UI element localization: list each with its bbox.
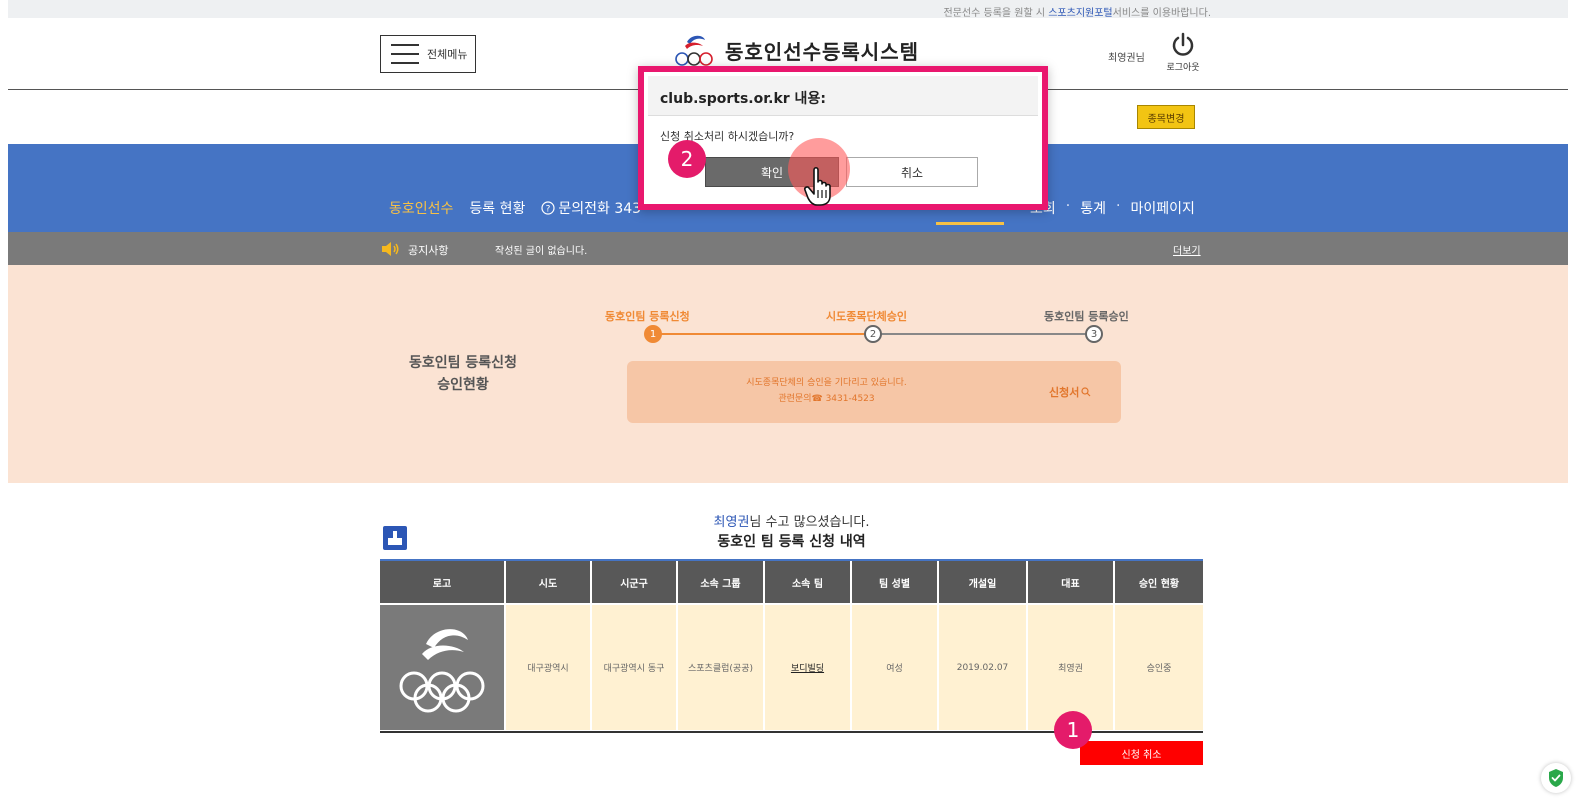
notice-label: 공지사항 (408, 244, 449, 257)
help-circle-icon: ? (541, 201, 555, 215)
dialog-origin: club.sports.or.kr 내용: (648, 76, 1038, 116)
table-header-row: 로고 시도 시군구 소속 그룹 소속 팀 팀 성별 개설일 대표 승인 현황 (380, 561, 1203, 604)
col-header-rep: 대표 (1027, 561, 1115, 604)
cancel-application-button[interactable]: 신청 취소 (1080, 741, 1203, 765)
cell-sigungu: 대구광역시 동구 (591, 603, 678, 730)
step-badge-2: 2 (668, 140, 706, 178)
nav-dot: · (1065, 198, 1071, 214)
col-header-team: 소속 팀 (764, 561, 852, 604)
greeting-suffix: 님 수고 많으셨습니다. (749, 515, 870, 530)
cell-gender: 여성 (851, 603, 939, 730)
hamburger-icon (391, 44, 419, 64)
site-logo-link[interactable]: 동호인선수등록시스템 (673, 32, 919, 68)
nav-right: 조회 · 통계 · 마이페이지 (1030, 198, 1195, 218)
nav-item-mypage[interactable]: 마이페이지 (1130, 198, 1194, 218)
col-header-sigungu: 시군구 (591, 561, 678, 604)
olympic-logo-icon (399, 629, 485, 713)
progress-line-pending (873, 333, 1095, 335)
step-circle-3: 3 (1085, 325, 1103, 343)
page: 전문선수 등록을 원할 시 스포츠지원포털서비스를 이용바랍니다. 전체메뉴 동… (8, 0, 1571, 808)
col-header-gender: 팀 성별 (851, 561, 939, 604)
step-label-1: 동호인팀 등록신청 (605, 310, 690, 323)
col-header-opened: 개설일 (938, 561, 1028, 604)
status-title: 동호인팀 등록신청 승인현황 (388, 352, 538, 396)
greeting: 최영권님 수고 많으셨습니다. (380, 511, 1203, 530)
speaker-icon (382, 242, 399, 256)
site-title: 동호인선수등록시스템 (725, 39, 919, 64)
search-icon (1081, 387, 1091, 397)
step-circle-1: 1 (644, 325, 662, 343)
nav-dot: · (1115, 198, 1121, 214)
team-link[interactable]: 보디빌딩 (791, 664, 824, 674)
cell-opened: 2019.02.07 (938, 603, 1028, 730)
change-sport-button[interactable]: 종목변경 (1137, 105, 1195, 129)
nav-item-contact: ? 문의전화 343 (541, 198, 641, 218)
step-label-3: 동호인팀 등록승인 (1044, 310, 1129, 323)
progress-line-done (653, 333, 873, 335)
top-notice-bar: 전문선수 등록을 원할 시 스포츠지원포털서비스를 이용바랍니다. (8, 0, 1568, 19)
step-label-2: 시도종목단체승인 (826, 310, 907, 323)
list-title: 동호인 팀 등록 신청 내역 (717, 534, 866, 550)
cell-status: 승인중 (1114, 603, 1203, 730)
logout-button[interactable]: 로그아웃 (1162, 32, 1204, 73)
application-form-link[interactable]: 신청서 (1049, 384, 1091, 400)
step-circle-2: 2 (864, 325, 882, 343)
status-title-line2: 승인현황 (437, 377, 489, 393)
logout-label: 로그아웃 (1166, 63, 1200, 73)
dialog-cancel-button[interactable]: 취소 (846, 157, 978, 187)
svg-text:?: ? (546, 205, 551, 215)
notice-more-link[interactable]: 더보기 (1173, 242, 1201, 257)
top-notice: 전문선수 등록을 원할 시 스포츠지원포털서비스를 이용바랍니다. (944, 4, 1211, 19)
col-header-sido: 시도 (505, 561, 592, 604)
nav-item-registration-status[interactable]: 등록 현황 (469, 198, 525, 218)
power-icon (1172, 32, 1194, 56)
nav-contact-label: 문의전화 343 (558, 201, 642, 217)
status-message-line2: 관련문의☎ 3431-4523 (778, 394, 875, 404)
nav-item-statistics[interactable]: 통계 (1080, 198, 1106, 218)
status-message-line1: 시도종목단체의 승인을 기다리고 있습니다. (746, 378, 907, 388)
status-title-line1: 동호인팀 등록신청 (409, 355, 517, 371)
team-logo-cell (380, 603, 506, 730)
notice-bar: 공지사항 작성된 글이 없습니다. 더보기 (8, 232, 1568, 265)
application-form-label: 신청서 (1049, 386, 1080, 399)
step-badge-1: 1 (1054, 711, 1092, 749)
notice-message: 작성된 글이 없습니다. (495, 246, 588, 257)
col-header-logo: 로고 (380, 561, 506, 604)
user-name: 최영권님 (1108, 53, 1145, 64)
greeting-name: 최영권 (713, 515, 750, 530)
hand-cursor-icon (804, 166, 831, 206)
cell-team: 보디빌딩 (764, 603, 852, 730)
approval-status-section: 동호인팀 등록신청 승인현황 동호인팀 등록신청 시도종목단체승인 동호인팀 등… (8, 265, 1568, 483)
nav-active-underline (936, 222, 1004, 225)
shield-check-icon (1549, 769, 1563, 787)
registration-table: 로고 시도 시군구 소속 그룹 소속 팀 팀 성별 개설일 대표 승인 현황 대… (380, 561, 1203, 730)
table-row: 대구광역시 대구광역시 동구 스포츠클럽(공공) 보디빌딩 여성 2019.02… (380, 603, 1203, 730)
cell-sido: 대구광역시 (505, 603, 592, 730)
all-menu-label: 전체메뉴 (427, 48, 468, 61)
olympic-logo-icon (675, 35, 713, 66)
cell-group: 스포츠클럽(공공) (677, 603, 765, 730)
security-shield-button[interactable] (1541, 763, 1571, 793)
status-message-box: 시도종목단체의 승인을 기다리고 있습니다. 관련문의☎ 3431-4523 신… (627, 361, 1121, 423)
col-header-group: 소속 그룹 (677, 561, 765, 604)
col-header-status: 승인 현황 (1114, 561, 1203, 604)
all-menu-button[interactable]: 전체메뉴 (380, 35, 476, 73)
nav-left: 동호인선수 등록 현황 ? 문의전화 343 (389, 198, 641, 218)
nav-item-club-athlete[interactable]: 동호인선수 (389, 198, 453, 218)
